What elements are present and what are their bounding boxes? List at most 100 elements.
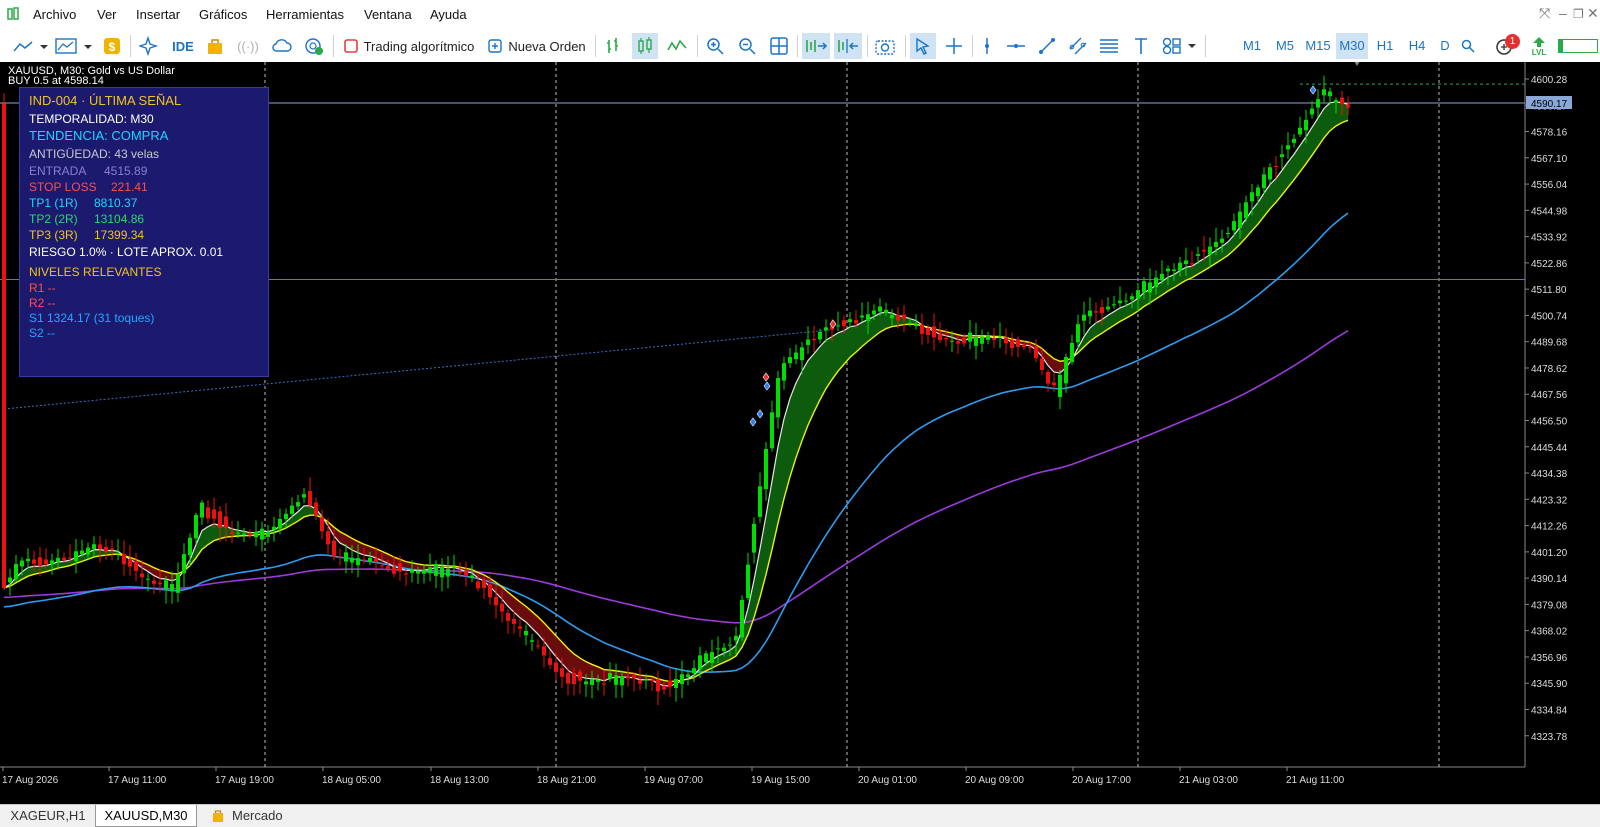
timeframe-m15[interactable]: M15 bbox=[1303, 33, 1333, 59]
level-label: LVL bbox=[1531, 47, 1547, 57]
channel-icon bbox=[1069, 37, 1087, 55]
price-tick-label: 4467.56 bbox=[1531, 390, 1568, 401]
indicators-dropdown[interactable] bbox=[54, 33, 94, 59]
candle-body bbox=[1106, 306, 1110, 310]
community-button[interactable] bbox=[302, 33, 326, 59]
candle-body bbox=[452, 566, 456, 568]
close-icon[interactable]: ✕ bbox=[1587, 5, 1599, 22]
candle-body bbox=[146, 578, 150, 580]
bar-chart-button[interactable] bbox=[601, 33, 625, 59]
candle-body bbox=[206, 507, 210, 519]
text-tool-button[interactable] bbox=[1130, 33, 1152, 59]
auto-scroll-button[interactable] bbox=[802, 33, 830, 59]
candle-body bbox=[1076, 324, 1080, 343]
candle-body bbox=[1004, 337, 1008, 344]
menu-ventana[interactable]: Ventana bbox=[364, 7, 412, 22]
timeframe-m5[interactable]: M5 bbox=[1272, 33, 1298, 59]
candle-body bbox=[218, 511, 222, 528]
zoom-in-button[interactable] bbox=[703, 33, 727, 59]
tab-mercado[interactable]: Mercado bbox=[208, 805, 296, 826]
zoom-out-button[interactable] bbox=[735, 33, 759, 59]
fibonacci-button[interactable] bbox=[1098, 33, 1120, 59]
minimize-icon[interactable]: – bbox=[1559, 5, 1567, 21]
time-tick-label: 17 Aug 11:00 bbox=[108, 775, 167, 786]
candle-body bbox=[170, 584, 174, 592]
candle-body bbox=[470, 575, 474, 578]
candle-body bbox=[416, 570, 420, 574]
tab-xageur-h1[interactable]: XAGEUR,H1 bbox=[6, 805, 90, 826]
candlestick-button[interactable] bbox=[632, 33, 658, 59]
ide-button[interactable]: IDE bbox=[170, 33, 196, 59]
line-chart-button[interactable] bbox=[665, 33, 689, 59]
crosshair-button[interactable] bbox=[942, 33, 966, 59]
candle-body bbox=[842, 320, 846, 327]
menu-graficos[interactable]: Gráficos bbox=[199, 7, 247, 22]
trend-line-button[interactable] bbox=[1036, 33, 1058, 59]
notifications-button[interactable]: 1 bbox=[1488, 33, 1522, 59]
menu-archivo[interactable]: Archivo bbox=[33, 7, 76, 22]
timeframe-h1[interactable]: H1 bbox=[1373, 33, 1397, 59]
algo-trading-label: Trading algorítmico bbox=[363, 38, 475, 54]
candle-body bbox=[938, 334, 942, 341]
menu-ayuda[interactable]: Ayuda bbox=[430, 7, 467, 22]
candle-body bbox=[1100, 306, 1104, 313]
price-tick-label: 4401.20 bbox=[1531, 548, 1568, 559]
vertical-line-button[interactable] bbox=[976, 33, 998, 59]
candle-body bbox=[1196, 254, 1200, 256]
horizontal-line-button[interactable] bbox=[1005, 33, 1027, 59]
tile-windows-button[interactable] bbox=[767, 33, 791, 59]
panel-s2: S2 -- bbox=[29, 326, 56, 340]
chart-shift-button[interactable] bbox=[834, 33, 862, 59]
candle-body bbox=[1130, 296, 1134, 300]
candle-body bbox=[914, 324, 918, 327]
candle-body bbox=[182, 554, 186, 574]
candle-body bbox=[536, 645, 540, 647]
price-tick-label: 4456.50 bbox=[1531, 417, 1568, 428]
unpin-icon[interactable]: ⤧ bbox=[1539, 5, 1550, 22]
candle-body bbox=[134, 561, 138, 571]
new-order-button[interactable]: Nueva Orden bbox=[486, 33, 588, 59]
candle-body bbox=[1112, 304, 1116, 306]
signals-button[interactable]: ((·)) bbox=[235, 33, 261, 59]
candle-body bbox=[554, 662, 558, 672]
timeframe-h4[interactable]: H4 bbox=[1405, 33, 1429, 59]
vps-button[interactable] bbox=[270, 33, 294, 59]
shapes-dropdown[interactable] bbox=[1160, 33, 1200, 59]
level-button[interactable]: LVL bbox=[1528, 33, 1550, 59]
candle-body bbox=[200, 502, 204, 518]
screenshot-button[interactable] bbox=[873, 33, 897, 59]
crosshair-icon bbox=[946, 38, 962, 54]
trend-cloud-segment bbox=[784, 398, 790, 499]
price-tick-label: 4522.86 bbox=[1531, 259, 1568, 270]
menu-insertar[interactable]: Insertar bbox=[136, 7, 180, 22]
chart-type-dropdown[interactable] bbox=[10, 33, 50, 59]
candle-body bbox=[1136, 290, 1140, 299]
chart-area[interactable]: 4600.28 4590.17 4578.16 4567.10 4556.04 4544.… bbox=[0, 62, 1600, 804]
search-button[interactable] bbox=[1458, 33, 1478, 59]
restore-icon[interactable]: ❐ bbox=[1573, 7, 1584, 21]
timeframe-m1[interactable]: M1 bbox=[1240, 33, 1264, 59]
candle-body bbox=[1346, 104, 1350, 108]
panel-entry-label: ENTRADA bbox=[29, 164, 87, 178]
candle-body bbox=[614, 675, 618, 685]
candle-body bbox=[1340, 97, 1344, 105]
ai-assistant-button[interactable] bbox=[137, 33, 161, 59]
candle-body bbox=[1118, 300, 1122, 304]
timeframe-d[interactable]: D bbox=[1437, 33, 1453, 59]
menu-ver[interactable]: Ver bbox=[97, 7, 117, 22]
cursor-tool-button[interactable] bbox=[910, 33, 936, 59]
algo-trading-button[interactable]: Trading algorítmico bbox=[340, 33, 478, 59]
timeframe-m30[interactable]: M30 bbox=[1336, 33, 1368, 59]
candle-body bbox=[1022, 344, 1026, 348]
tab-mercado-label: Mercado bbox=[232, 808, 283, 823]
candle-body bbox=[302, 494, 306, 498]
dollar-icon: $ bbox=[104, 38, 120, 54]
menu-herramientas[interactable]: Herramientas bbox=[266, 7, 344, 22]
market-bag-button[interactable] bbox=[203, 33, 227, 59]
channel-button[interactable] bbox=[1067, 33, 1089, 59]
tab-xauusd-m30[interactable]: XAUUSD,M30 bbox=[95, 805, 197, 827]
price-tick-label: 4556.04 bbox=[1531, 180, 1568, 191]
candle-body bbox=[62, 557, 66, 561]
chart-shift-icon bbox=[838, 39, 858, 53]
market-button[interactable]: $ bbox=[101, 33, 123, 59]
